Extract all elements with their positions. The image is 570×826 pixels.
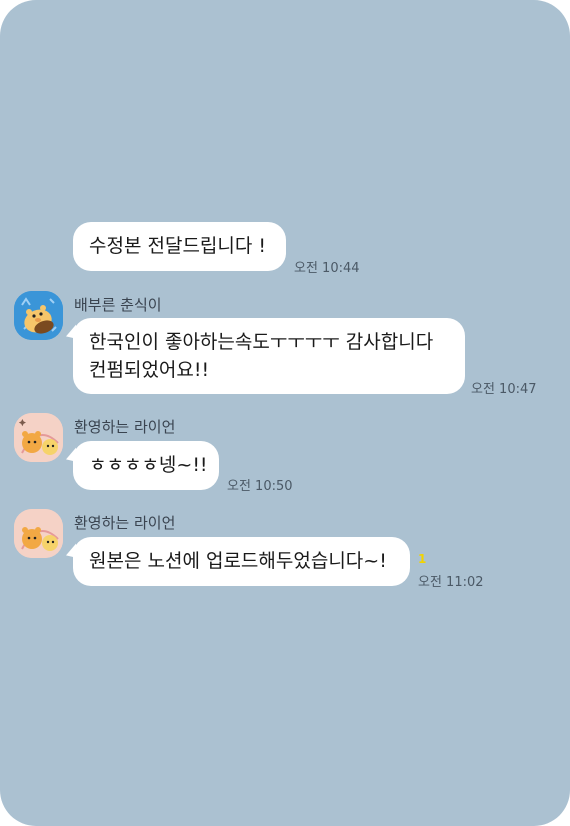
message-time: 오전 11:02 — [418, 575, 484, 590]
message-text: 수정본 전달드립니다 ! — [89, 235, 267, 257]
unread-count: 1 — [418, 552, 427, 566]
message-bubble[interactable]: ㅎㅎㅎㅎ넹~!! — [73, 441, 219, 490]
message-bubble[interactable]: 한국인이 좋아하는속도ㅜㅜㅜㅜ 감사합니다 컨펌되었어요!! — [73, 318, 465, 394]
message-text-line: 한국인이 좋아하는속도ㅜㅜㅜㅜ 감사합니다 — [89, 331, 434, 353]
message-time: 오전 10:44 — [294, 261, 360, 276]
message-text: ㅎㅎㅎㅎ넹~!! — [89, 454, 208, 476]
ryan-avatar-icon[interactable] — [14, 509, 63, 558]
message-time: 오전 10:50 — [227, 479, 293, 494]
sender-name: 환영하는 라이언 — [74, 514, 176, 532]
message-bubble[interactable]: 원본은 노션에 업로드해두었습니다~! — [73, 537, 410, 586]
sender-name: 환영하는 라이언 — [74, 418, 176, 436]
sender-name: 배부른 춘식이 — [74, 296, 162, 314]
message-text: 원본은 노션에 업로드해두었습니다~! — [89, 550, 387, 572]
ryan-avatar-icon[interactable] — [14, 413, 63, 462]
chat-room: 수정본 전달드립니다 ! 오전 10:44 배부른 춘식이 한국인이 좋아하는속… — [0, 0, 570, 826]
message-text-line: 컨펌되었어요!! — [89, 359, 210, 381]
message-bubble[interactable]: 수정본 전달드립니다 ! — [73, 222, 286, 271]
chunsik-avatar-icon[interactable] — [14, 291, 63, 340]
message-time: 오전 10:47 — [471, 382, 537, 397]
